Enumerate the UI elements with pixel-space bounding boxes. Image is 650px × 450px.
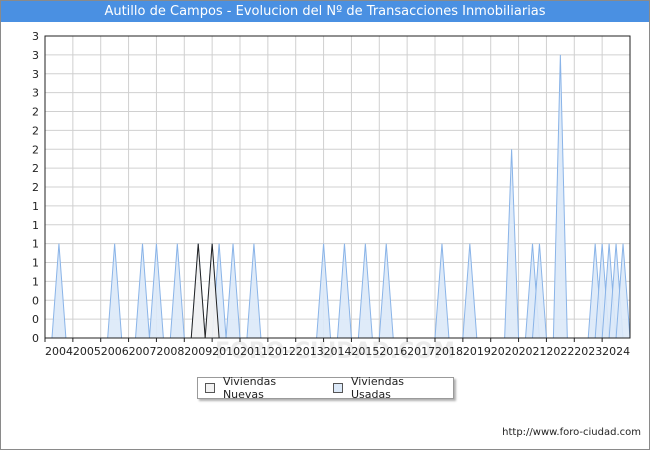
x-tick-label: 2014: [324, 345, 352, 358]
x-tick-label: 2011: [240, 345, 268, 358]
nuevas-spike: [190, 243, 206, 339]
usadas-spike: [225, 243, 241, 339]
y-tick-label: 3: [32, 68, 39, 81]
x-tick-label: 2012: [268, 345, 296, 358]
legend-swatch-nuevas: [205, 383, 215, 393]
y-tick-label: 3: [32, 87, 39, 100]
y-tick-label: 2: [32, 181, 39, 194]
usadas-spike: [51, 243, 67, 339]
x-tick-label: 2024: [602, 345, 630, 358]
y-tick-label: 1: [32, 219, 39, 232]
x-tick-label: 2021: [519, 345, 547, 358]
usadas-spike: [336, 243, 352, 339]
y-tick-label: 2: [32, 106, 39, 119]
x-tick-label: 2005: [73, 345, 101, 358]
legend-item-usadas: Viviendas Usadas: [332, 375, 447, 401]
usadas-spike: [378, 243, 394, 339]
x-tick-label: 2022: [546, 345, 574, 358]
usadas-spike: [169, 243, 185, 339]
x-tick-label: 2007: [129, 345, 157, 358]
x-tick-label: 2008: [156, 345, 184, 358]
y-tick-label: 2: [32, 143, 39, 156]
series-viviendas-usadas: [51, 54, 631, 339]
x-tick-label: 2018: [435, 345, 463, 358]
usadas-spike: [462, 243, 478, 339]
usadas-spike: [246, 243, 262, 339]
usadas-spike: [316, 243, 332, 339]
y-tick-label: 2: [32, 162, 39, 175]
series-viviendas-nuevas: [190, 243, 220, 339]
usadas-spike: [107, 243, 123, 339]
y-tick-label: 0: [32, 332, 39, 345]
x-tick-label: 2004: [45, 345, 73, 358]
x-tick-label: 2015: [351, 345, 379, 358]
usadas-spike: [134, 243, 151, 339]
usadas-spike: [357, 243, 373, 339]
y-tick-label: 3: [32, 49, 39, 62]
x-tick-label: 2023: [574, 345, 602, 358]
x-tick-label: 2009: [184, 345, 212, 358]
y-tick-label: 1: [32, 238, 39, 251]
x-tick-label: 2016: [379, 345, 407, 358]
usadas-spike: [434, 243, 450, 339]
x-tick-label: 2010: [212, 345, 240, 358]
usadas-spike: [148, 243, 164, 339]
y-tick-label: 1: [32, 257, 39, 270]
legend-label-nuevas: Viviendas Nuevas: [222, 375, 277, 401]
x-tick-label: 2019: [463, 345, 491, 358]
legend-item-nuevas: Viviendas Nuevas: [205, 375, 320, 401]
legend-label-usadas: Viviendas Usadas: [350, 375, 405, 401]
y-tick-label: 2: [32, 124, 39, 137]
x-tick-label: 2013: [296, 345, 324, 358]
x-tick-label: 2017: [407, 345, 435, 358]
footer-url: http://www.foro-ciudad.com: [502, 427, 641, 438]
y-tick-label: 1: [32, 200, 39, 213]
legend: Viviendas Nuevas Viviendas Usadas: [197, 375, 454, 401]
y-axis-ticks: 0 0 0 1 1 1 1 1 2 2 2 2 2 3 3 3 3: [32, 30, 39, 345]
y-tick-label: 0: [32, 294, 39, 307]
x-tick-label: 2006: [101, 345, 129, 358]
legend-swatch-usadas: [332, 383, 343, 393]
y-tick-label: 1: [32, 275, 39, 288]
x-tick-label: 2020: [491, 345, 519, 358]
y-tick-label: 0: [32, 313, 39, 326]
usadas-spike: [552, 54, 568, 339]
y-tick-label: 3: [32, 30, 39, 43]
